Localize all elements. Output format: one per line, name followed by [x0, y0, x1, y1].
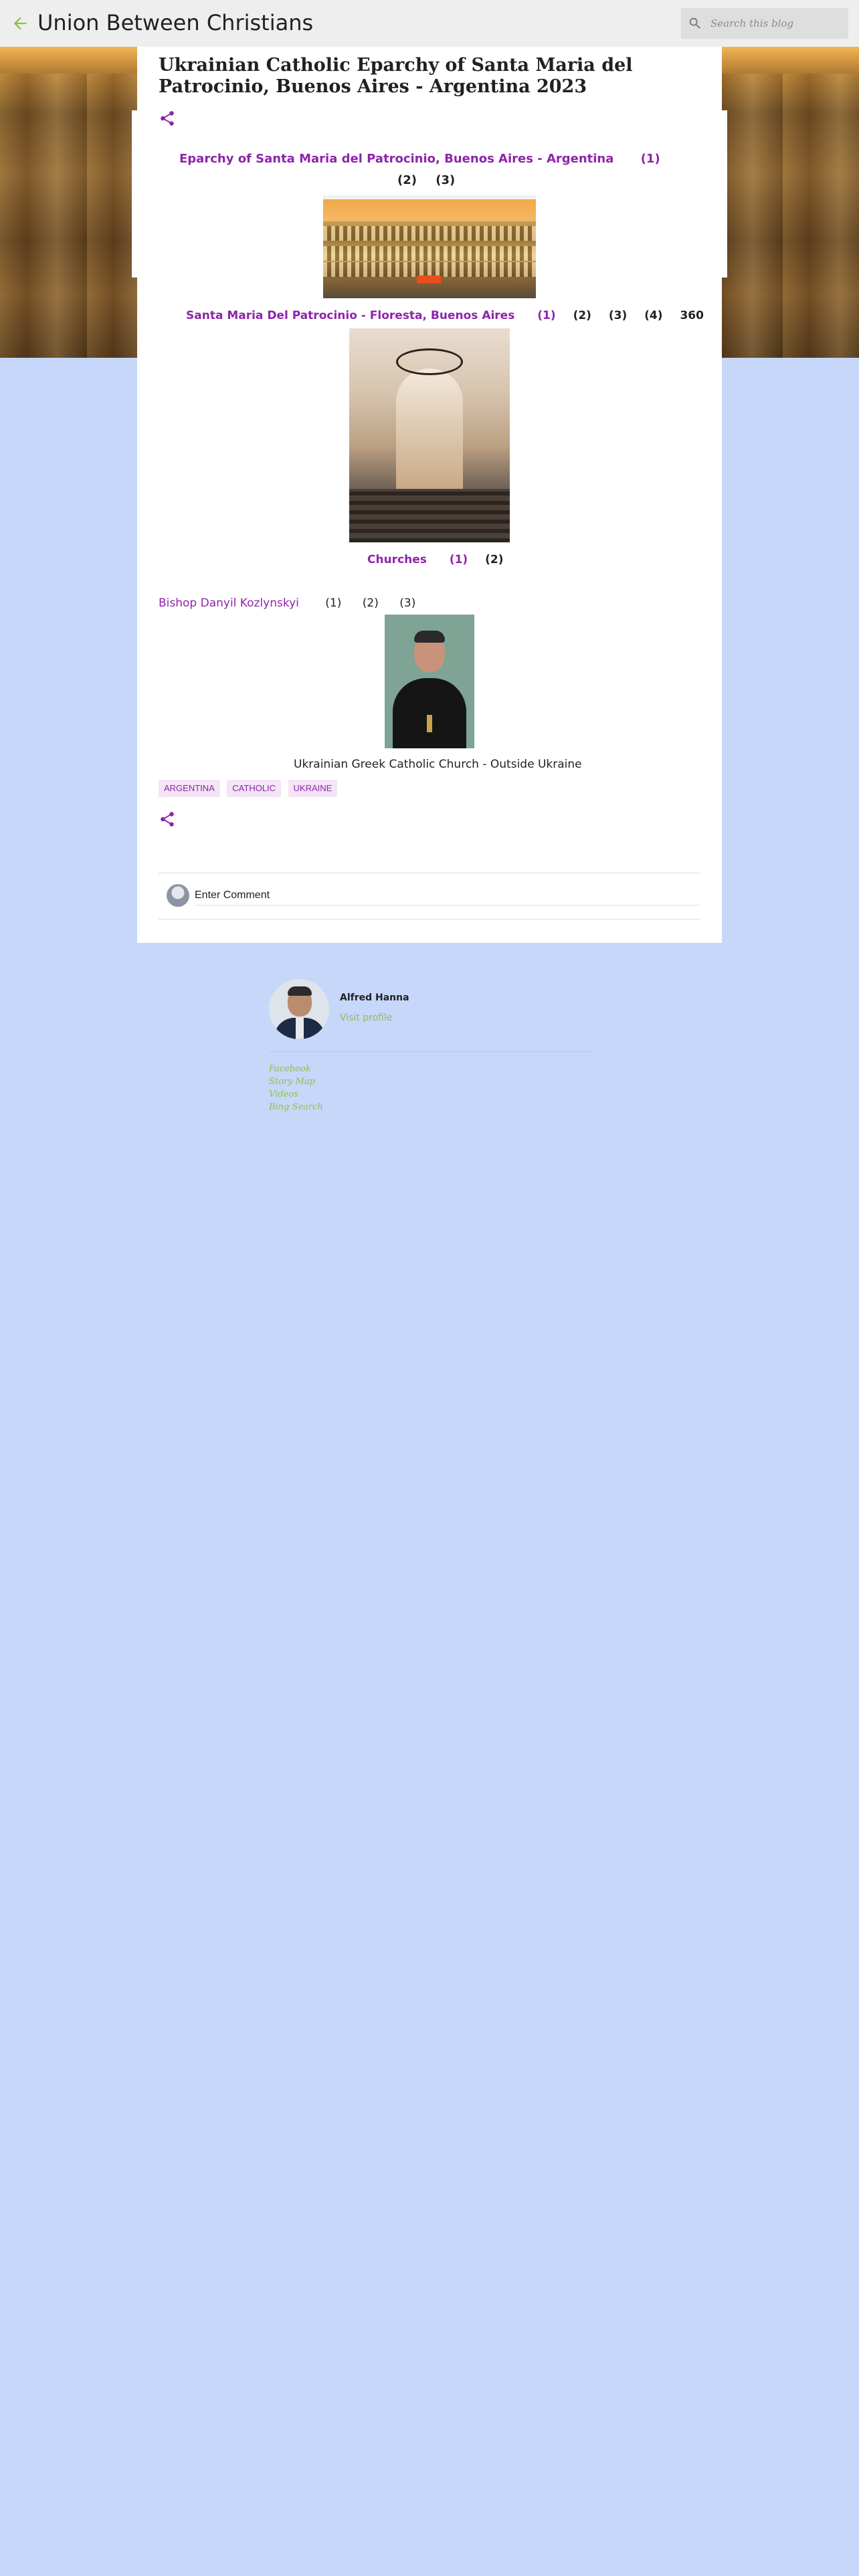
- church-ref-2[interactable]: (2): [573, 309, 591, 322]
- top-bar: Union Between Christians: [0, 0, 859, 47]
- label-argentina[interactable]: ARGENTINA: [159, 780, 220, 797]
- comment-input[interactable]: [195, 885, 700, 905]
- label-ukraine[interactable]: UKRAINE: [288, 780, 338, 797]
- visit-profile-link[interactable]: Visit profile: [340, 1012, 393, 1023]
- photo-row: [323, 226, 536, 241]
- footer-link-bing-search[interactable]: Bing Search: [269, 1101, 323, 1113]
- eparchy-ref-2[interactable]: (2): [397, 173, 417, 187]
- photo-cassock: [393, 678, 466, 748]
- church-ref-1[interactable]: (1): [537, 309, 555, 322]
- post-title: Ukrainian Catholic Eparchy of Santa Mari…: [159, 55, 633, 97]
- churches-link[interactable]: Churches: [367, 553, 427, 566]
- bishop-link[interactable]: Bishop Danyil Kozlynskyi: [159, 597, 299, 610]
- footer-links: Facebook Story Map Videos Bing Search: [269, 1063, 323, 1113]
- photo-hair: [414, 631, 445, 643]
- church-ref-4[interactable]: (4): [644, 309, 662, 322]
- profile-divider: [269, 1051, 591, 1052]
- church-ref-3[interactable]: (3): [609, 309, 627, 322]
- search-input[interactable]: [710, 8, 844, 39]
- post-labels: ARGENTINA CATHOLIC UKRAINE: [159, 780, 341, 797]
- photo-chandelier: [396, 348, 463, 375]
- photo-row: [323, 262, 536, 277]
- photo-row: [323, 246, 536, 261]
- bishop-portrait-photo[interactable]: [385, 615, 474, 748]
- bishop-ref-2[interactable]: (2): [363, 597, 379, 610]
- photo-badge: [417, 276, 441, 284]
- eparchy-link[interactable]: Eparchy of Santa Maria del Patrocinio, B…: [179, 152, 613, 166]
- label-catholic[interactable]: CATHOLIC: [227, 780, 282, 797]
- bishop-line: Bishop Danyil Kozlynskyi (1) (2) (3): [159, 597, 415, 610]
- eparchy-ref-1[interactable]: (1): [641, 152, 660, 166]
- footer-link-videos[interactable]: Videos: [269, 1088, 323, 1101]
- share-icon[interactable]: [159, 811, 176, 828]
- profile-avatar[interactable]: [269, 979, 329, 1039]
- eparchy-refs-line: (2) (3): [397, 173, 455, 187]
- search-box[interactable]: [681, 8, 848, 39]
- footer-link-facebook[interactable]: Facebook: [269, 1063, 323, 1075]
- post-card: Ukrainian Catholic Eparchy of Santa Mari…: [137, 47, 722, 943]
- bishops-group-photo[interactable]: [323, 195, 536, 298]
- blog-title[interactable]: Union Between Christians: [37, 9, 313, 36]
- bishop-ref-3[interactable]: (3): [399, 597, 415, 610]
- bishop-ref-1[interactable]: (1): [325, 597, 341, 610]
- profile-name[interactable]: Alfred Hanna: [340, 992, 409, 1003]
- avatar-hair: [288, 986, 312, 996]
- eparchy-ref-3[interactable]: (3): [436, 173, 455, 187]
- search-icon[interactable]: [688, 16, 702, 31]
- avatar-shirt: [296, 1018, 304, 1039]
- churches-ref-1[interactable]: (1): [450, 553, 468, 566]
- church-interior-photo[interactable]: [349, 328, 510, 542]
- churches-line: Churches (1) (2): [367, 553, 504, 566]
- church-line: Santa Maria Del Patrocinio - Floresta, B…: [186, 309, 704, 322]
- commenter-avatar-icon: [167, 884, 189, 907]
- church-link[interactable]: Santa Maria Del Patrocinio - Floresta, B…: [186, 309, 514, 322]
- share-icon[interactable]: [159, 110, 176, 127]
- church-ref-360[interactable]: 360: [680, 309, 704, 322]
- outside-ukraine-link[interactable]: Ukrainian Greek Catholic Church - Outsid…: [294, 758, 582, 771]
- photo-pectoral-cross: [427, 715, 432, 732]
- comments-bottom-divider: [159, 919, 700, 920]
- photo-arch: [396, 368, 463, 489]
- photo-pews: [349, 489, 510, 542]
- footer-link-story-map[interactable]: Story Map: [269, 1075, 323, 1088]
- churches-ref-2[interactable]: (2): [485, 553, 503, 566]
- eparchy-line: Eparchy of Santa Maria del Patrocinio, B…: [179, 152, 660, 166]
- back-arrow-icon[interactable]: [11, 14, 29, 33]
